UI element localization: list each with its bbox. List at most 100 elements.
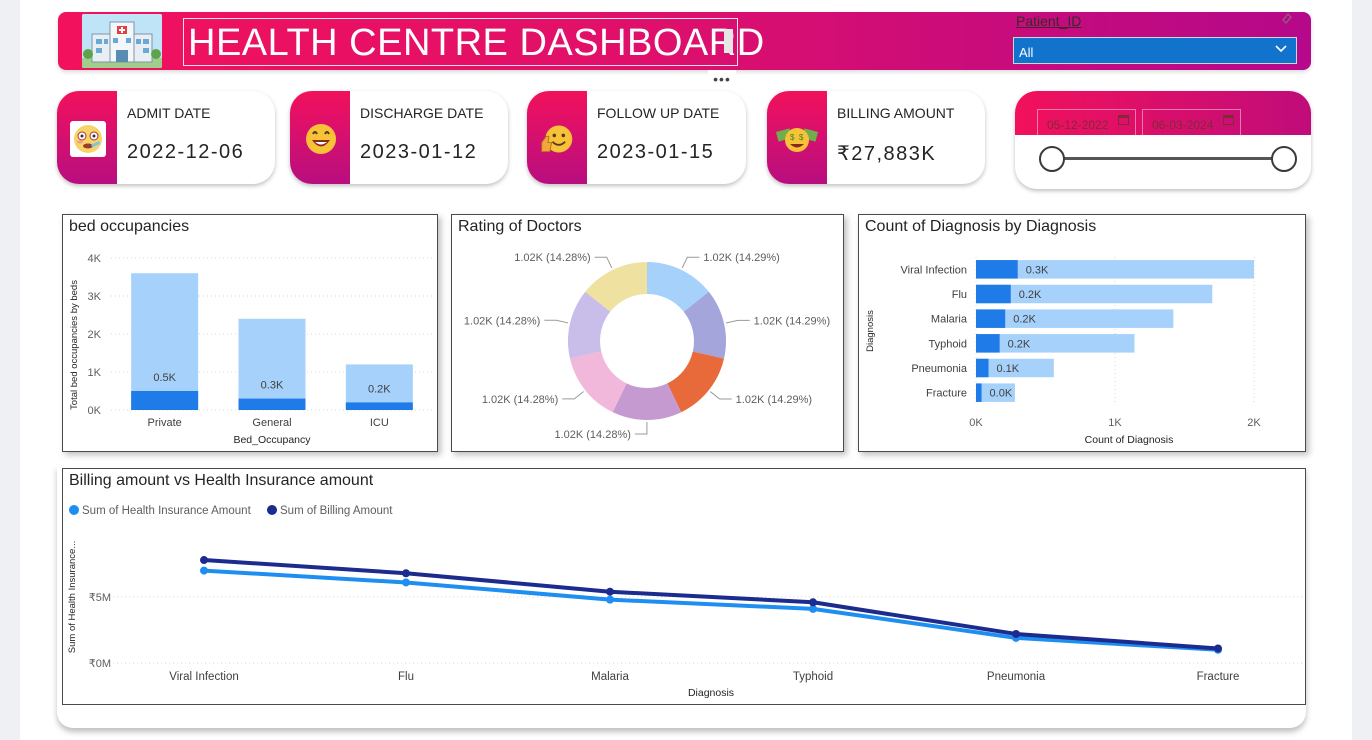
hospital-logo-icon: [82, 14, 162, 68]
billing-y-tick-label: ₹5M: [89, 592, 111, 604]
bed-data-label: 0.5K: [153, 372, 176, 384]
bed-occupancies-panel: bed occupancies 0K 1K 2K 3K 4K 0.5K Private 0.3…: [62, 214, 438, 452]
diag-bar-count: [976, 358, 989, 378]
diag-bar-count: [976, 334, 1000, 353]
diag-data-label: 0.2K: [1019, 289, 1042, 301]
kpi-value: 2023-01-15: [597, 141, 715, 163]
donut-leader-line: [709, 391, 732, 400]
patient-id-dropdown[interactable]: All: [1013, 37, 1297, 64]
diag-bar-count: [976, 284, 1011, 304]
calendar-icon[interactable]: [1223, 115, 1234, 125]
diag-data-label: 0.0K: [990, 388, 1013, 400]
diag-bar-total: [976, 334, 1135, 353]
diag-y-tick-label: Viral Infection: [901, 264, 967, 276]
billing-insurance-line-chart: Sum of Health Insurance Amount Sum of Bil…: [67, 505, 1303, 699]
donut-data-label: 1.02K (14.29%): [703, 252, 779, 264]
page-margin: [1352, 0, 1372, 740]
diag-y-tick-label: Flu: [952, 289, 967, 301]
diagnosis-count-panel: Count of Diagnosis by Diagnosis 0K 1K 2K 0.…: [858, 214, 1306, 452]
date-slider-start-handle[interactable]: [1039, 146, 1065, 172]
end-date-input[interactable]: 06-03-2024: [1142, 109, 1241, 136]
billing-insurance-panel: Billing amount vs Health Insurance amoun…: [62, 468, 1306, 705]
diag-bar-total: [976, 260, 1254, 279]
diag-y-tick-label: Fracture: [926, 388, 967, 400]
diag-y-axis-label: Diagnosis: [865, 310, 876, 352]
bed-data-label: 0.2K: [368, 383, 391, 395]
diag-data-label: 0.2K: [1008, 338, 1031, 350]
more-options-button[interactable]: •••: [708, 70, 736, 90]
svg-text:$: $: [799, 133, 804, 142]
diag-bar-count: [976, 309, 1006, 328]
sick-face-emoji-icon: [70, 121, 106, 157]
series-point: [1214, 644, 1222, 653]
donut-data-label: 1.02K (14.29%): [736, 394, 812, 406]
kpi-value: 2022-12-06: [127, 141, 245, 163]
kpi-value: 2023-01-12: [360, 141, 478, 163]
diag-bar-count: [976, 383, 982, 402]
diag-x-axis-label: Count of Diagnosis: [1085, 434, 1174, 446]
money-face-emoji-icon: $ $: [775, 121, 819, 157]
donut-leader-line: [562, 391, 584, 400]
grinning-face-emoji-icon: [303, 121, 339, 157]
legend-label: Sum of Health Insurance Amount: [82, 505, 252, 517]
donut-data-label: 1.02K (14.28%): [482, 394, 558, 406]
diag-data-label: 0.2K: [1013, 314, 1036, 326]
doctor-rating-donut: 1.02K (14.29%) 1.02K (14.29%) 1.02K (14.29…: [464, 252, 830, 441]
start-date-input[interactable]: 05-12-2022: [1037, 109, 1136, 136]
legend-marker: [267, 505, 277, 515]
diag-x-tick-label: 2K: [1247, 417, 1261, 429]
svg-text:$: $: [790, 133, 795, 142]
patient-id-selected: All: [1019, 45, 1034, 60]
bed-bar-occupied: [238, 398, 306, 410]
kpi-card-admit-date: ADMIT DATE 2022-12-06: [57, 91, 275, 184]
donut-data-label: 1.02K (14.29%): [754, 315, 830, 327]
donut-data-label: 1.02K (14.28%): [554, 429, 630, 441]
doctor-rating-panel: Rating of Doctors 1.02K (14.29%) 1.02K (1…: [451, 214, 844, 452]
date-slider-track[interactable]: [1053, 157, 1285, 160]
series-point: [402, 569, 410, 578]
diag-y-tick-label: Pneumonia: [911, 363, 968, 375]
kpi-card-billing-amount: $ $ BILLING AMOUNT ₹27,883K: [767, 91, 985, 184]
bed-y-tick-label: 0K: [88, 405, 102, 417]
billing-y-axis-label: Sum of Health Insurance...: [67, 541, 78, 653]
chevron-down-icon: [1275, 45, 1287, 53]
bed-bar-total: [131, 273, 199, 410]
series-point: [200, 566, 208, 575]
series-point: [606, 587, 614, 596]
clear-selection-icon[interactable]: [1281, 12, 1293, 27]
diag-x-tick-label: 0K: [969, 417, 983, 429]
diag-y-tick-label: Malaria: [931, 314, 968, 326]
bed-bar-total: [238, 318, 306, 410]
billing-x-tick-label: Typhoid: [793, 671, 833, 683]
calendar-icon[interactable]: [1118, 115, 1129, 125]
bed-x-tick-label: General: [252, 417, 291, 429]
bed-x-axis-label: Bed_Occupancy: [233, 434, 311, 446]
dashboard-title: HEALTH CENTRE DASHBOARD: [188, 22, 765, 64]
series-point: [1012, 629, 1020, 638]
legend-label: Sum of Billing Amount: [280, 505, 393, 517]
donut-leader-line: [681, 256, 700, 269]
series-point: [606, 595, 614, 604]
billing-y-tick-label: ₹0M: [89, 658, 111, 670]
billing-x-tick-label: Malaria: [591, 671, 629, 683]
kpi-label: DISCHARGE DATE: [360, 105, 484, 121]
billing-x-tick-label: Viral Infection: [169, 671, 238, 683]
billing-x-tick-label: Pneumonia: [987, 671, 1046, 683]
diag-y-tick-label: Typhoid: [928, 338, 967, 350]
billing-x-axis-label: Diagnosis: [688, 687, 734, 699]
bed-y-tick-label: 2K: [88, 329, 102, 341]
diag-x-tick-label: 1K: [1108, 417, 1122, 429]
date-slider-end-handle[interactable]: [1271, 146, 1297, 172]
kpi-card-discharge-date: DISCHARGE DATE 2023-01-12: [290, 91, 508, 184]
donut-leader-line: [634, 421, 648, 435]
donut-data-label: 1.02K (14.28%): [514, 252, 590, 264]
billing-x-tick-label: Flu: [398, 671, 414, 683]
series-point: [402, 578, 410, 587]
bed-data-label: 0.3K: [261, 380, 284, 392]
date-range-slicer: 05-12-2022 06-03-2024: [1015, 91, 1311, 189]
series-point: [200, 556, 208, 565]
diag-data-label: 0.1K: [997, 363, 1020, 375]
bed-y-tick-label: 1K: [88, 367, 102, 379]
title-frame: HEALTH CENTRE DASHBOARD: [183, 18, 764, 66]
bed-x-tick-label: ICU: [370, 417, 389, 429]
